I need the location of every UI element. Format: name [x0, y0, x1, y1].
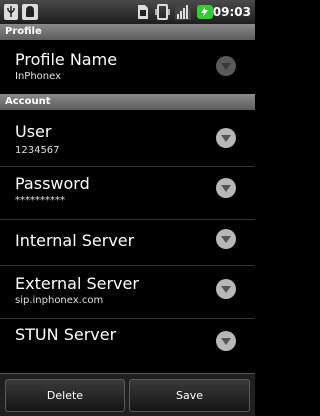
signal-icon [175, 4, 191, 20]
android-icon [22, 4, 38, 20]
pref-user[interactable]: User 1234567 [0, 112, 255, 166]
delete-button[interactable]: Delete [5, 379, 125, 412]
status-time: 09:03 [212, 5, 251, 19]
chevron-down-icon [216, 178, 236, 198]
pref-user-title: User [15, 122, 52, 141]
chevron-down-icon [216, 279, 236, 299]
pref-external-server-summary: sip.inphonex.com [15, 295, 104, 306]
section-header-profile: Profile [0, 24, 255, 40]
chevron-down-icon [216, 229, 236, 249]
pref-password[interactable]: Password ********** [0, 167, 255, 219]
pref-profile-name-title: Profile Name [15, 50, 118, 69]
chevron-down-icon [216, 128, 236, 148]
vibrate-icon [155, 4, 170, 20]
save-button[interactable]: Save [129, 379, 250, 412]
pref-internal-server-title: Internal Server [15, 231, 135, 250]
pref-external-server[interactable]: External Server sip.inphonex.com [0, 266, 255, 318]
pref-user-summary: 1234567 [15, 145, 60, 156]
pref-internal-server[interactable]: Internal Server [0, 220, 255, 265]
bottom-button-bar: Delete Save [0, 373, 255, 416]
pref-stun-server[interactable]: STUN Server [0, 319, 255, 373]
sim-icon [138, 5, 148, 19]
pref-external-server-title: External Server [15, 274, 139, 293]
chevron-down-icon [216, 56, 236, 76]
pref-profile-name[interactable]: Profile Name InPhonex [0, 40, 255, 93]
usb-icon [4, 4, 18, 20]
pref-password-title: Password [15, 174, 90, 193]
pref-stun-server-title: STUN Server [15, 325, 117, 344]
status-bar: 09:03 [0, 0, 255, 24]
pref-password-summary: ********** [15, 195, 65, 206]
battery-icon [197, 5, 213, 19]
chevron-down-icon [216, 331, 236, 351]
section-header-account: Account [0, 94, 255, 110]
pref-profile-name-summary: InPhonex [15, 71, 62, 82]
